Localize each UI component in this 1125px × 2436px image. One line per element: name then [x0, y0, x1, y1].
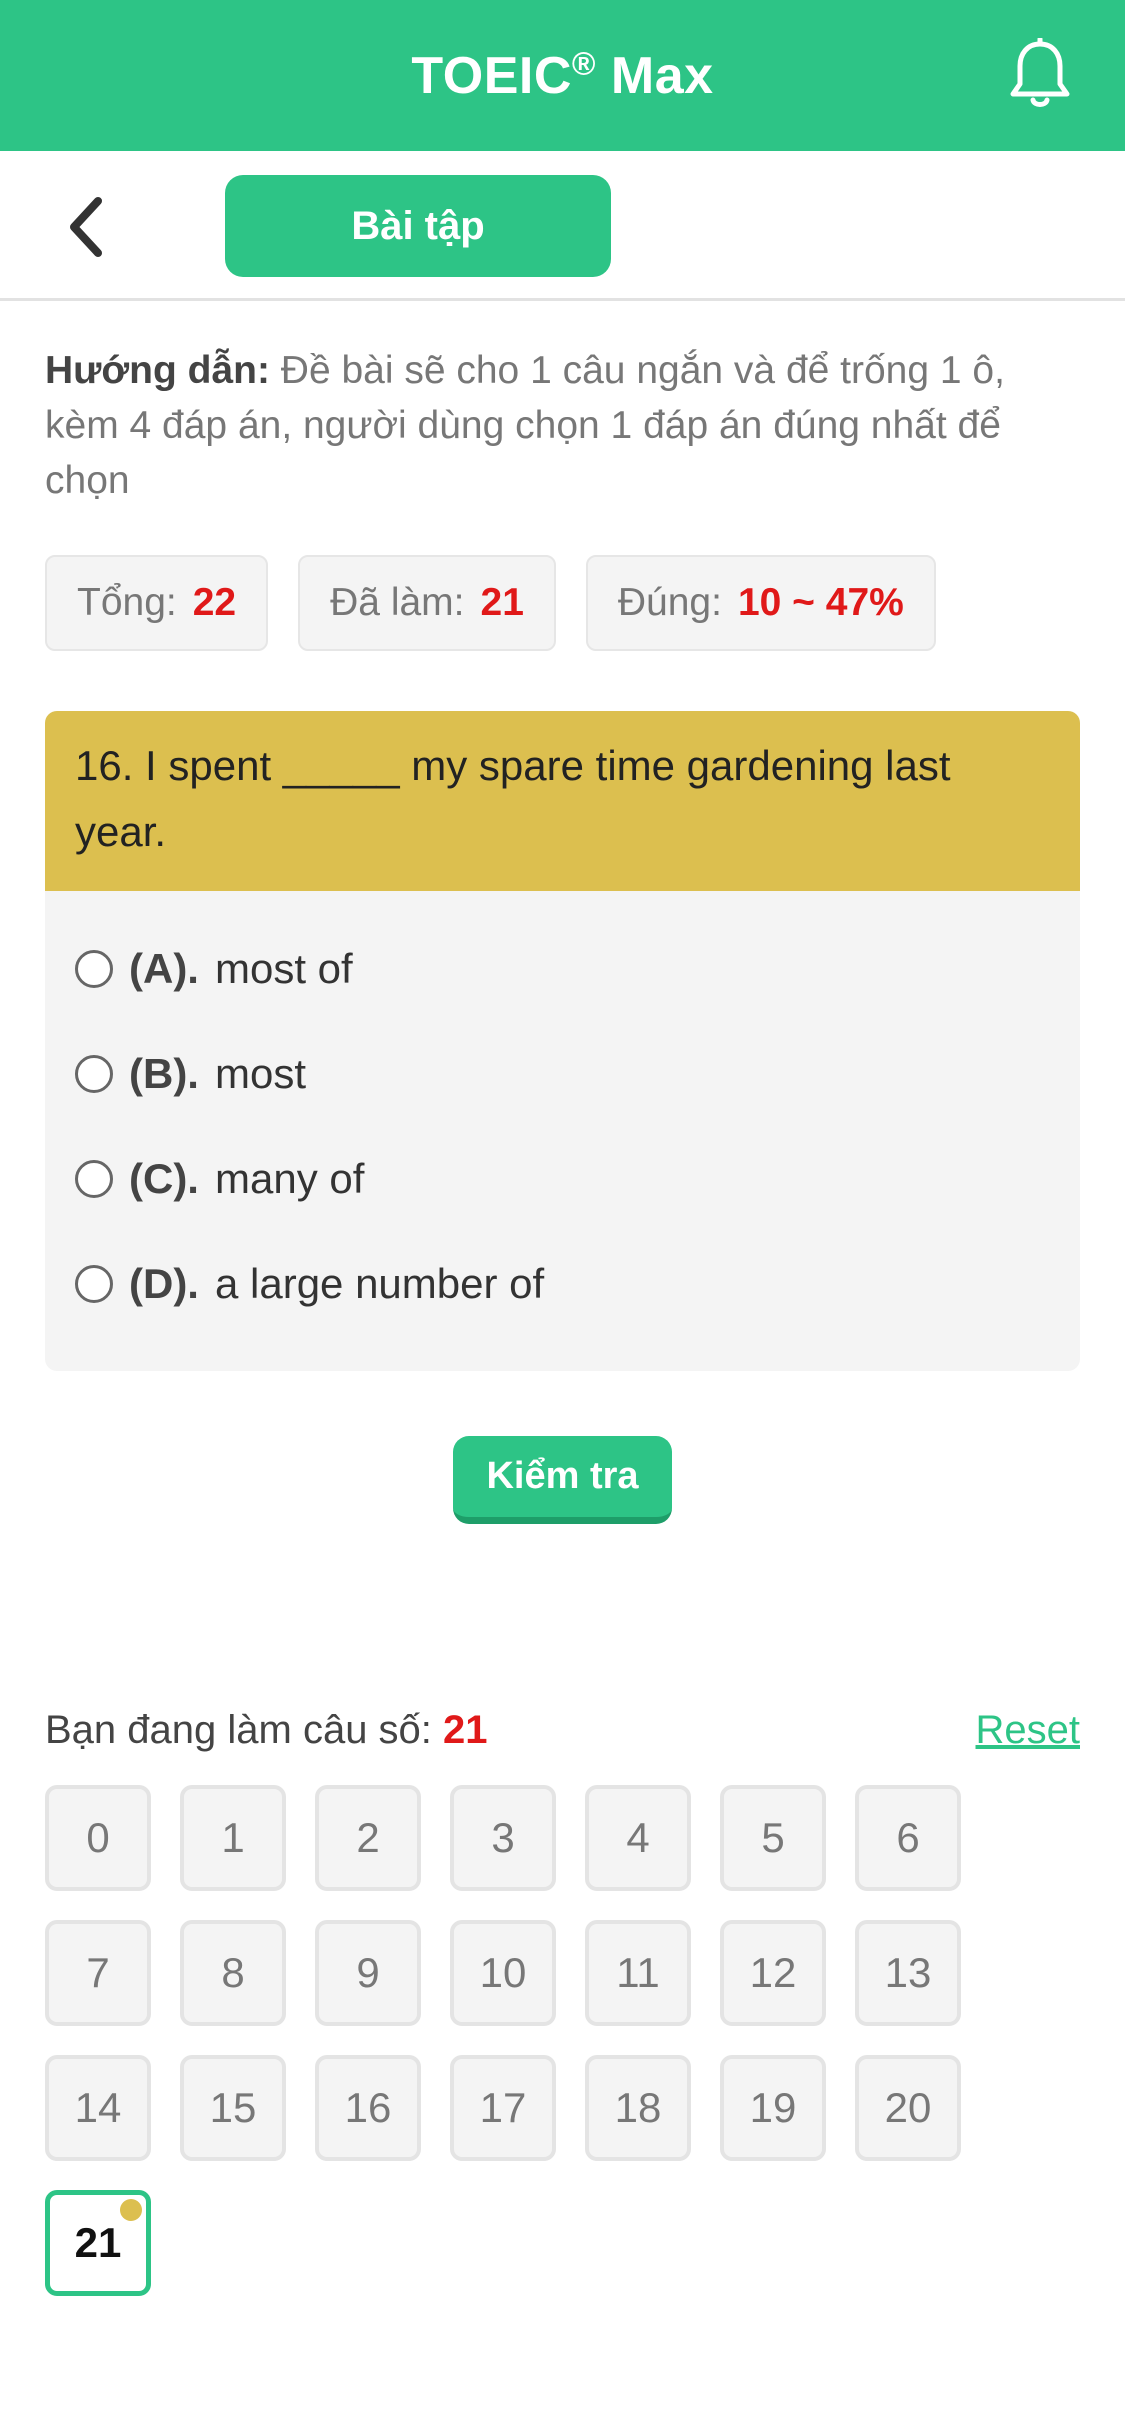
question-number-cell[interactable]: 5 — [720, 1785, 826, 1891]
question-number-cell[interactable]: 19 — [720, 2055, 826, 2161]
option-text: most of — [214, 944, 353, 992]
instructions-label: Hướng dẫn: — [45, 349, 270, 392]
question-card: 16. I spent _____ my spare time gardenin… — [45, 711, 1080, 1371]
question-number-label: 2 — [356, 1814, 380, 1861]
question-number-cell[interactable]: 3 — [450, 1785, 556, 1891]
app-title: TOEIC® Max — [411, 45, 714, 105]
question-number-cell[interactable]: 11 — [585, 1920, 691, 2026]
sub-header: Bài tập — [0, 151, 1125, 301]
instructions: Hướng dẫn: Đề bài sẽ cho 1 câu ngắn và đ… — [45, 343, 1085, 508]
stat-correct-label: Đúng: — [617, 581, 722, 624]
question-number-label: 10 — [479, 1949, 527, 1996]
option-text: many of — [214, 1154, 365, 1202]
question-number-label: 7 — [86, 1949, 110, 1996]
question-number-label: 17 — [479, 2084, 527, 2131]
reset-link[interactable]: Reset — [976, 1708, 1081, 1753]
current-question-label: Bạn đang làm câu số: 21 — [45, 1707, 488, 1752]
question-number-cell[interactable]: 4 — [585, 1785, 691, 1891]
question-number-cell[interactable]: 17 — [450, 2055, 556, 2161]
stats-row: Tổng: 22 Đã làm: 21 Đúng: 10 ~ 47% — [45, 555, 936, 651]
question-number-label: 12 — [749, 1949, 797, 1996]
current-question-number: 21 — [443, 1707, 488, 1752]
radio-icon[interactable] — [75, 1054, 113, 1093]
stat-correct-value: 10 ~ 47% — [737, 581, 904, 624]
option-letter: (A). — [129, 944, 199, 992]
option-text: most — [214, 1049, 306, 1097]
question-number-cell[interactable]: 0 — [45, 1785, 151, 1891]
question-number-label: 18 — [614, 2084, 662, 2131]
question-text: 16. I spent _____ my spare time gardenin… — [45, 711, 1080, 891]
option-a[interactable]: (A). most of — [75, 916, 1050, 1021]
check-button[interactable]: Kiểm tra — [453, 1436, 672, 1524]
question-number-label: 21 — [74, 2219, 122, 2266]
question-number-cell[interactable]: 1 — [180, 1785, 286, 1891]
radio-icon[interactable] — [75, 1159, 113, 1198]
tab-exercise[interactable]: Bài tập — [225, 175, 611, 277]
question-number-cell[interactable]: 13 — [855, 1920, 961, 2026]
question-number-label: 15 — [209, 2084, 257, 2131]
question-number-label: 14 — [74, 2084, 122, 2131]
question-number-label: 16 — [344, 2084, 392, 2131]
option-d[interactable]: (D). a large number of — [75, 1231, 1050, 1336]
question-number-label: 3 — [491, 1814, 515, 1861]
option-text: a large number of — [214, 1259, 545, 1307]
option-letter: (C). — [129, 1154, 199, 1202]
question-number-cell[interactable]: 14 — [45, 2055, 151, 2161]
stat-done-label: Đã làm: — [330, 581, 465, 624]
question-number-label: 11 — [616, 1949, 660, 1996]
question-number-label: 0 — [86, 1814, 110, 1861]
question-number-label: 19 — [749, 2084, 797, 2131]
radio-icon[interactable] — [75, 1264, 113, 1303]
stat-total-label: Tổng: — [77, 581, 177, 624]
question-number-cell[interactable]: 2 — [315, 1785, 421, 1891]
question-number-cell[interactable]: 16 — [315, 2055, 421, 2161]
question-number-label: 9 — [356, 1949, 380, 1996]
question-number-cell[interactable]: 12 — [720, 1920, 826, 2026]
question-number-label: 4 — [626, 1814, 650, 1861]
radio-icon[interactable] — [75, 949, 113, 988]
question-number-cell[interactable]: 7 — [45, 1920, 151, 2026]
stat-correct: Đúng: 10 ~ 47% — [585, 555, 936, 651]
stat-done-value: 21 — [480, 581, 524, 624]
stat-total-value: 22 — [192, 581, 237, 624]
question-number-label: 20 — [884, 2084, 932, 2131]
question-number-cell[interactable]: 6 — [855, 1785, 961, 1891]
option-b[interactable]: (B). most — [75, 1021, 1050, 1126]
option-letter: (B). — [129, 1049, 199, 1097]
question-number-label: 6 — [896, 1814, 920, 1861]
stat-done: Đã làm: 21 — [298, 555, 556, 651]
stat-total: Tổng: 22 — [45, 555, 269, 651]
question-number-cell[interactable]: 8 — [180, 1920, 286, 2026]
question-number-cell[interactable]: 10 — [450, 1920, 556, 2026]
app-header: TOEIC® Max — [0, 0, 1125, 151]
question-number-cell[interactable]: 9 — [315, 1920, 421, 2026]
question-number-label: 1 — [221, 1814, 245, 1861]
question-number-cell[interactable]: 15 — [180, 2055, 286, 2161]
current-indicator-dot — [120, 2199, 142, 2221]
question-number-cell[interactable]: 18 — [585, 2055, 691, 2161]
option-letter: (D). — [129, 1259, 199, 1307]
question-number-cell[interactable]: 21 — [45, 2190, 151, 2296]
answer-options: (A). most of (B). most (C). many of (D).… — [45, 891, 1080, 1336]
question-number-label: 5 — [761, 1814, 785, 1861]
option-c[interactable]: (C). many of — [75, 1126, 1050, 1231]
question-number-label: 8 — [221, 1949, 245, 1996]
progress-row: Bạn đang làm câu số: 21 Reset — [45, 1700, 1080, 1760]
bell-icon[interactable] — [1007, 38, 1073, 112]
question-number-cell[interactable]: 20 — [855, 2055, 961, 2161]
question-number-label: 13 — [884, 1949, 932, 1996]
back-chevron-icon[interactable] — [62, 191, 110, 263]
